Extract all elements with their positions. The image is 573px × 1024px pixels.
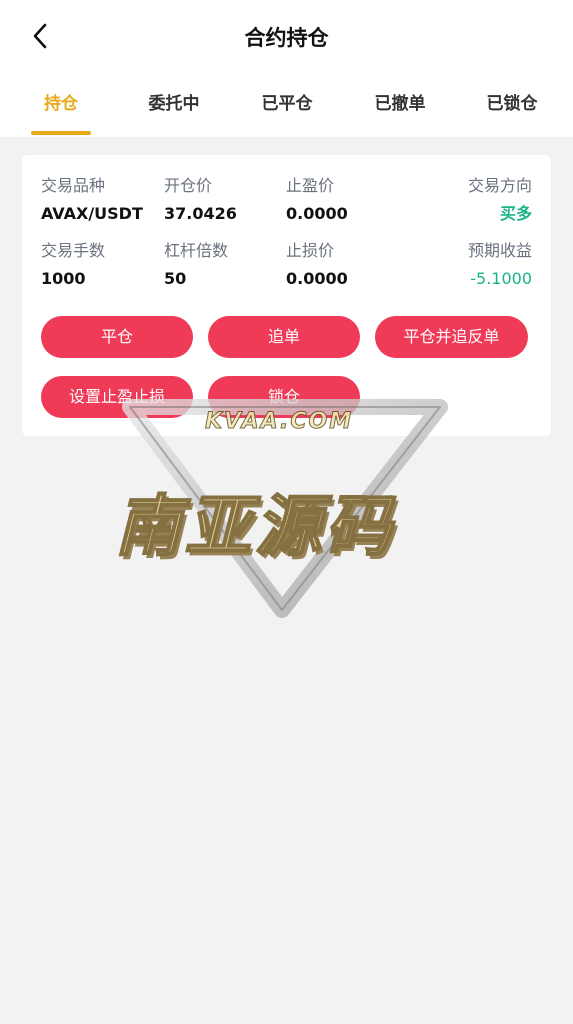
- tab-closed[interactable]: 已平仓: [237, 82, 337, 126]
- leverage-label: 杠杆倍数: [164, 241, 229, 260]
- expected-profit-label: 预期收益: [467, 241, 532, 260]
- position-card: 交易品种 AVAX/USDT 开仓价 37.0426 止盈价 0.0000 交易…: [22, 155, 551, 436]
- symbol-field: 交易品种 AVAX/USDT: [41, 175, 143, 225]
- direction-field: 交易方向 买多: [468, 175, 532, 225]
- symbol-value: AVAX/USDT: [41, 204, 143, 223]
- take-profit-field: 止盈价 0.0000: [286, 175, 348, 225]
- set-tp-sl-button[interactable]: 设置止盈止损: [41, 376, 193, 418]
- take-profit-value: 0.0000: [286, 204, 348, 223]
- open-price-label: 开仓价: [164, 176, 213, 195]
- expected-profit-value: -5.1000: [470, 269, 532, 288]
- active-tab-indicator: [31, 131, 91, 135]
- tab-holdings[interactable]: 持仓: [11, 82, 111, 126]
- leverage-value: 50: [164, 269, 187, 288]
- lots-value: 1000: [41, 269, 86, 288]
- open-price-value: 37.0426: [164, 204, 237, 223]
- lots-label: 交易手数: [41, 241, 106, 260]
- stop-loss-value: 0.0000: [286, 269, 348, 288]
- direction-label: 交易方向: [467, 176, 532, 195]
- close-position-button[interactable]: 平仓: [41, 316, 193, 358]
- stop-loss-label: 止损价: [286, 241, 335, 260]
- tab-cancelled[interactable]: 已撤单: [350, 82, 450, 126]
- close-and-reverse-button[interactable]: 平仓并追反单: [375, 316, 528, 358]
- open-price-field: 开仓价 37.0426: [164, 175, 237, 225]
- direction-value: 买多: [499, 204, 532, 223]
- watermark-brand: 南亚源码: [114, 487, 395, 566]
- expected-profit-field: 预期收益 -5.1000: [468, 240, 532, 290]
- tab-bar: 持仓 委托中 已平仓 已撤单 已锁仓: [0, 82, 573, 137]
- symbol-label: 交易品种: [41, 176, 106, 195]
- tab-locked[interactable]: 已锁仓: [462, 82, 562, 126]
- lots-field: 交易手数 1000: [41, 240, 105, 290]
- lock-position-button[interactable]: 锁仓: [208, 376, 360, 418]
- tab-pending-orders[interactable]: 委托中: [124, 82, 224, 126]
- page-title: 合约持仓: [244, 26, 329, 50]
- header: 合约持仓 持仓 委托中 已平仓 已撤单 已锁仓: [0, 0, 573, 137]
- chase-order-button[interactable]: 追单: [208, 316, 360, 358]
- take-profit-label: 止盈价: [286, 176, 335, 195]
- leverage-field: 杠杆倍数 50: [164, 240, 228, 290]
- stop-loss-field: 止损价 0.0000: [286, 240, 348, 290]
